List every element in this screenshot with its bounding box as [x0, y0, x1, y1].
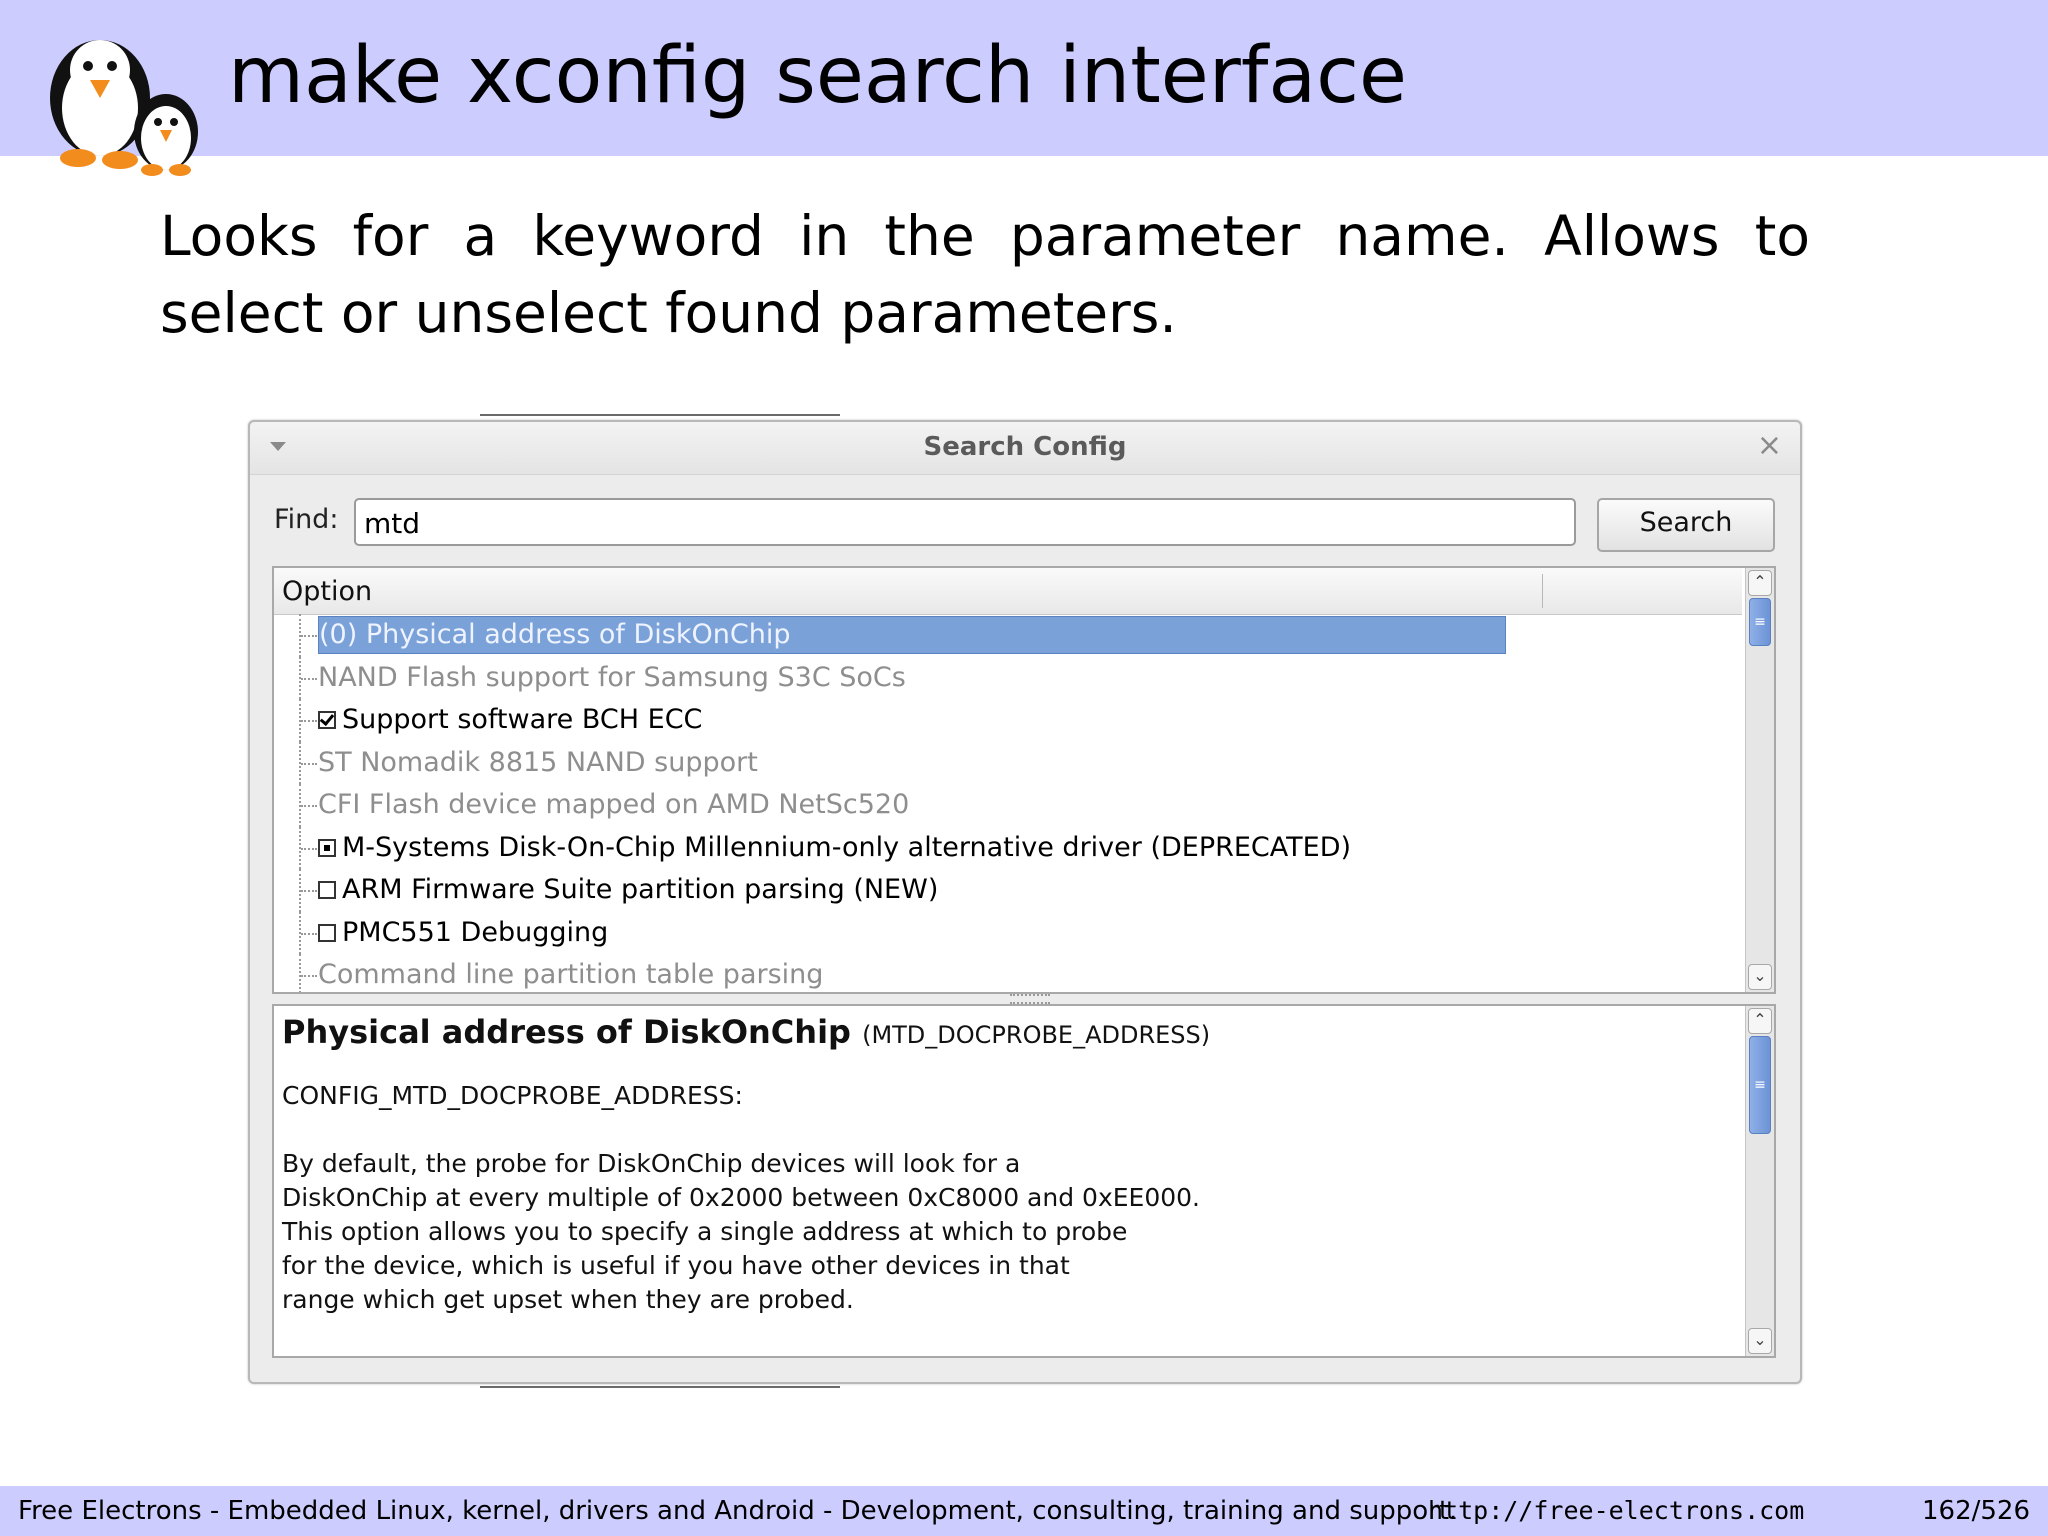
slide-header: make xconfig search interface	[0, 0, 2048, 176]
option-label: (0) Physical address of DiskOnChip	[319, 619, 791, 650]
option-row-content: CFI Flash device mapped on AMD NetSc520	[318, 784, 909, 826]
checkbox-module-icon[interactable]	[318, 838, 336, 857]
checkbox-unchecked-icon[interactable]	[318, 923, 336, 942]
tree-branch	[301, 890, 317, 892]
option-row-content: Support software BCH ECC	[318, 699, 702, 741]
search-config-dialog: Search Config × Find: mtd Search Option …	[248, 420, 1802, 1384]
column-header-option[interactable]: Option	[274, 568, 1742, 615]
find-input[interactable]: mtd	[354, 498, 1576, 546]
page-number: 162/526	[1921, 1496, 2030, 1526]
tree-branch	[301, 720, 317, 722]
option-label: ARM Firmware Suite partition parsing (NE…	[342, 874, 939, 905]
find-label: Find:	[274, 504, 339, 535]
info-help-text: By default, the probe for DiskOnChip dev…	[282, 1147, 1722, 1317]
option-row-content: ST Nomadik 8815 NAND support	[318, 742, 758, 784]
footer-url[interactable]: http://free-electrons.com	[1428, 1486, 1804, 1536]
dialog-titlebar[interactable]: Search Config ×	[250, 422, 1800, 475]
option-row-content: M-Systems Disk-On-Chip Millennium-only a…	[318, 827, 1351, 869]
option-row[interactable]: ARM Firmware Suite partition parsing (NE…	[274, 869, 1742, 912]
help-line: By default, the probe for DiskOnChip dev…	[282, 1149, 1021, 1178]
tree-branch	[301, 762, 317, 765]
scroll-up-icon[interactable]: ⌃	[1748, 1008, 1772, 1034]
option-row[interactable]: PMC551 Debugging	[274, 911, 1742, 954]
option-row[interactable]: (0) Physical address of DiskOnChip	[274, 614, 1742, 657]
tree-branch	[301, 677, 317, 680]
footer-text: Free Electrons - Embedded Linux, kernel,…	[18, 1496, 1458, 1526]
option-row-content: Command line partition table parsing	[318, 954, 824, 992]
checkbox-checked-icon[interactable]	[318, 711, 336, 729]
info-symbol: (MTD_DOCPROBE_ADDRESS)	[862, 1021, 1211, 1049]
tree-branch	[301, 635, 317, 637]
scroll-up-icon[interactable]: ⌃	[1748, 570, 1772, 596]
option-label: NAND Flash support for Samsung S3C SoCs	[318, 661, 906, 693]
slide-title: make xconfig search interface	[228, 31, 1407, 121]
help-line: range which get upset when they are prob…	[282, 1285, 854, 1314]
option-label: Support software BCH ECC	[342, 704, 703, 735]
option-row-content: (0) Physical address of DiskOnChip	[318, 616, 1506, 654]
close-icon[interactable]: ×	[1757, 430, 1782, 462]
tree-line	[299, 954, 302, 992]
option-row[interactable]: Command line partition table parsing	[274, 954, 1742, 992]
tree-branch	[301, 805, 317, 807]
info-heading: Physical address of DiskOnChip	[282, 1013, 851, 1051]
tree-branch	[301, 847, 317, 850]
option-label: M-Systems Disk-On-Chip Millennium-only a…	[342, 831, 1352, 863]
tree-branch	[301, 975, 317, 977]
info-config-name: CONFIG_MTD_DOCPROBE_ADDRESS:	[282, 1081, 743, 1110]
option-row[interactable]: M-Systems Disk-On-Chip Millennium-only a…	[274, 826, 1742, 869]
info-heading-line: Physical address of DiskOnChip (MTD_DOCP…	[282, 1010, 1722, 1057]
search-button[interactable]: Search	[1597, 498, 1775, 552]
scroll-down-icon[interactable]: ⌄	[1748, 964, 1772, 990]
penguins-logo-icon	[50, 40, 198, 176]
option-label: PMC551 Debugging	[342, 916, 609, 948]
scroll-thumb[interactable]: ≡	[1749, 598, 1771, 646]
info-pane: Physical address of DiskOnChip (MTD_DOCP…	[272, 1004, 1776, 1358]
option-row[interactable]: Support software BCH ECC	[274, 699, 1742, 742]
option-row-content: PMC551 Debugging	[318, 912, 608, 954]
option-row[interactable]: CFI Flash device mapped on AMD NetSc520	[274, 784, 1742, 827]
option-row-content: ARM Firmware Suite partition parsing (NE…	[318, 869, 938, 911]
option-label: CFI Flash device mapped on AMD NetSc520	[318, 789, 910, 820]
column-separator[interactable]	[1542, 574, 1543, 608]
checkbox-unchecked-icon[interactable]	[318, 881, 336, 899]
option-label: Command line partition table parsing	[318, 959, 824, 990]
help-line: This option allows you to specify a sing…	[282, 1217, 1128, 1246]
option-row[interactable]: ST Nomadik 8815 NAND support	[274, 741, 1742, 784]
slide-footer: Free Electrons - Embedded Linux, kernel,…	[0, 1486, 2048, 1536]
splitter-handle[interactable]	[1010, 994, 1050, 1004]
tree-branch	[301, 932, 317, 935]
help-line: for the device, which is useful if you h…	[282, 1251, 1070, 1280]
option-rows: (0) Physical address of DiskOnChip NAND F…	[274, 614, 1742, 992]
help-line: DiskOnChip at every multiple of 0x2000 b…	[282, 1183, 1200, 1212]
option-list[interactable]: Option (0) Physical address of DiskOnChi…	[272, 566, 1776, 994]
info-pane-scrollbar[interactable]: ⌃ ≡ ⌄	[1745, 1006, 1774, 1356]
intro-text: Looks for a keyword in the parameter nam…	[160, 204, 1810, 345]
column-header-label: Option	[282, 576, 373, 607]
option-row-content: NAND Flash support for Samsung S3C SoCs	[318, 657, 906, 699]
option-row[interactable]: NAND Flash support for Samsung S3C SoCs	[274, 656, 1742, 699]
option-list-scrollbar[interactable]: ⌃ ≡ ⌄	[1745, 568, 1774, 992]
scroll-down-icon[interactable]: ⌄	[1748, 1328, 1772, 1354]
dialog-title: Search Config	[923, 432, 1127, 462]
scroll-thumb[interactable]: ≡	[1749, 1036, 1771, 1134]
option-label: ST Nomadik 8815 NAND support	[318, 746, 758, 778]
